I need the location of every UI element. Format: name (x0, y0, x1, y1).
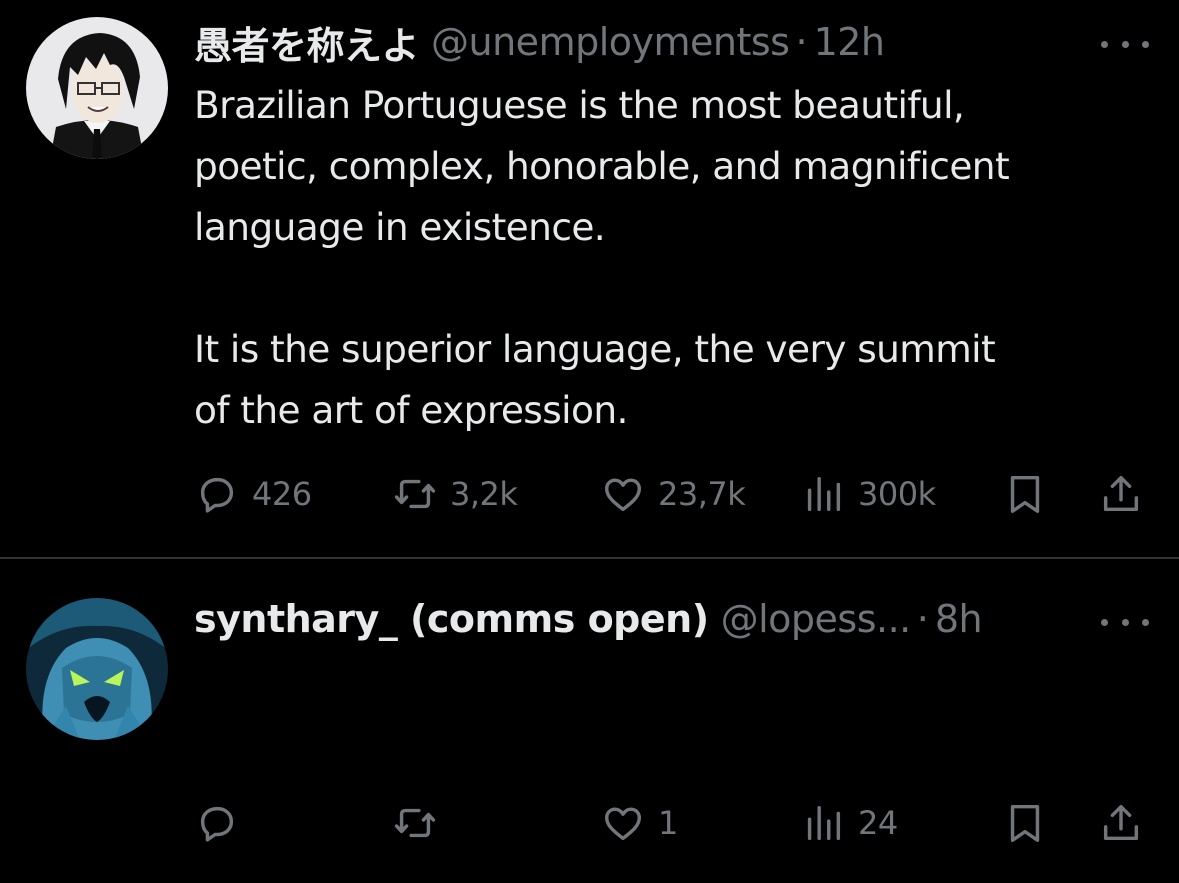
more-options-icon[interactable] (1101, 34, 1149, 54)
avatar[interactable] (26, 17, 168, 159)
tweet-header: 愚者を称えよ @unemploymentss · 12h (194, 12, 1179, 72)
bookmark-button[interactable] (1002, 469, 1048, 519)
reply-icon (200, 806, 234, 842)
timestamp[interactable]: 12h (814, 20, 885, 64)
like-button[interactable]: 23,7k (600, 469, 746, 519)
bookmark-icon (1010, 475, 1040, 513)
display-name[interactable]: synthary_ (comms open) (194, 597, 709, 641)
tweet-header: synthary_ (comms open) @lopess... · 8h (194, 589, 1179, 649)
tweet[interactable]: 愚者を称えよ @unemploymentss · 12h Brazilian P… (0, 0, 1179, 558)
share-icon (1103, 804, 1139, 841)
bookmark-button[interactable] (1002, 798, 1048, 848)
reply-button[interactable]: 426 (194, 469, 312, 519)
action-bar: 426 3,2k 23,7k 300k (0, 469, 1179, 519)
like-count: 23,7k (658, 475, 746, 513)
tweet-text-line (194, 258, 1164, 319)
share-icon (1103, 475, 1139, 512)
bookmark-icon (1010, 804, 1040, 842)
repost-icon (394, 479, 436, 509)
tweet-text-line: language in existence. (194, 205, 606, 249)
handle[interactable]: @lopess... (721, 597, 912, 641)
action-bar: 1 24 (0, 798, 1179, 848)
views-button[interactable]: 24 (800, 798, 898, 848)
repost-icon (394, 808, 436, 838)
tweet-text-line: Brazilian Portuguese is the most beautif… (194, 83, 965, 127)
separator-dot: · (916, 597, 929, 641)
like-icon (604, 807, 642, 841)
views-icon (807, 805, 841, 841)
handle[interactable]: @unemploymentss (431, 20, 790, 64)
reply-button[interactable] (194, 798, 252, 848)
share-button[interactable] (1098, 469, 1144, 519)
separator-dot: · (795, 20, 808, 64)
tweet-text-line: poetic, complex, honorable, and magnific… (194, 144, 1010, 188)
more-options-icon[interactable] (1101, 612, 1149, 632)
tweet-text-line: of the art of expression. (194, 388, 628, 432)
views-icon (807, 476, 841, 512)
tweet-text-line: It is the superior language, the very su… (194, 327, 996, 371)
like-icon (604, 478, 642, 512)
views-count: 24 (858, 804, 898, 842)
like-button[interactable]: 1 (600, 798, 678, 848)
display-name[interactable]: 愚者を称えよ (194, 15, 420, 70)
views-button[interactable]: 300k (800, 469, 936, 519)
avatar-image (26, 17, 168, 159)
share-button[interactable] (1098, 798, 1144, 848)
reply-count: 426 (252, 475, 312, 513)
repost-button[interactable] (392, 798, 450, 848)
timestamp[interactable]: 8h (935, 597, 983, 641)
tweet-text: Brazilian Portuguese is the most beautif… (194, 75, 1164, 441)
reply-icon (200, 477, 234, 513)
avatar-image (26, 598, 168, 740)
repost-count: 3,2k (450, 475, 518, 513)
views-count: 300k (858, 475, 936, 513)
like-count: 1 (658, 804, 678, 842)
repost-button[interactable]: 3,2k (392, 469, 518, 519)
avatar[interactable] (26, 598, 168, 740)
tweet[interactable]: synthary_ (comms open) @lopess... · 8h 1 (0, 559, 1179, 883)
